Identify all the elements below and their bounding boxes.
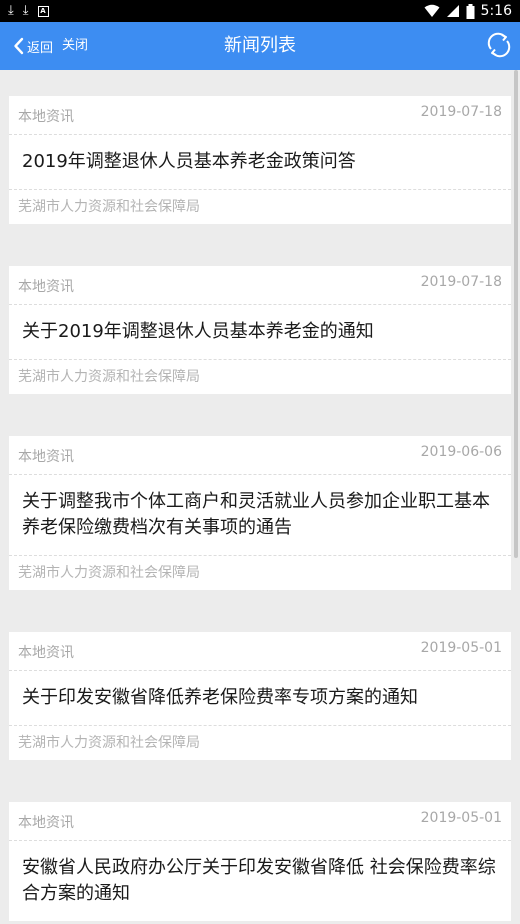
- news-card[interactable]: 本地资讯 2019-07-18 2019年调整退休人员基本养老金政策问答 芜湖市…: [9, 96, 511, 224]
- news-title[interactable]: 关于调整我市个体工商户和灵活就业人员参加企业职工基本养老保险缴费档次有关事项的通…: [9, 475, 511, 555]
- back-label: 返回: [27, 40, 54, 56]
- status-bar: ⤓ ⤓ A 5:16: [0, 0, 520, 22]
- news-card[interactable]: 本地资讯 2019-05-01 关于印发安徽省降低养老保险费率专项方案的通知 芜…: [9, 632, 511, 760]
- nav-bar: 新闻列表 返回 关闭: [0, 22, 520, 70]
- news-card-header: 本地资讯 2019-05-01: [9, 632, 511, 670]
- news-source: 芜湖市人力资源和社会保障局: [18, 369, 200, 385]
- back-button[interactable]: 返回: [12, 34, 53, 58]
- notification-icons: ⤓ ⤓ A: [8, 3, 49, 19]
- news-card-header: 本地资讯 2019-07-18: [9, 96, 511, 134]
- news-card-header: 本地资讯 2019-06-06: [9, 436, 511, 474]
- news-card[interactable]: 本地资讯 2019-07-18 关于2019年调整退休人员基本养老金的通知 芜湖…: [9, 266, 511, 394]
- system-icons: 5:16: [424, 2, 512, 20]
- news-card-header: 本地资讯 2019-05-01: [9, 802, 511, 840]
- news-source: 芜湖市人力资源和社会保障局: [18, 199, 200, 215]
- news-title[interactable]: 关于2019年调整退休人员基本养老金的通知: [9, 305, 511, 359]
- news-category: 本地资讯: [18, 109, 74, 125]
- news-date: 2019-07-18: [420, 104, 502, 120]
- news-title[interactable]: 2019年调整退休人员基本养老金政策问答: [9, 135, 511, 189]
- news-card-header: 本地资讯 2019-07-18: [9, 266, 511, 304]
- news-title[interactable]: 安徽省人民政府办公厅关于印发安徽省降低 社会保险费率综合方案的通知: [9, 841, 511, 921]
- news-category: 本地资讯: [18, 279, 74, 295]
- news-card[interactable]: 本地资讯 2019-05-01 安徽省人民政府办公厅关于印发安徽省降低 社会保险…: [9, 802, 511, 921]
- news-date: 2019-05-01: [420, 640, 502, 656]
- download-icon: ⤓: [22, 3, 29, 18]
- news-source: 芜湖市人力资源和社会保障局: [18, 565, 200, 581]
- close-button[interactable]: 关闭: [62, 34, 88, 58]
- wifi-icon: [424, 4, 440, 17]
- news-date: 2019-06-06: [420, 444, 502, 460]
- app-notification-icon: A: [37, 5, 49, 17]
- news-source: 芜湖市人力资源和社会保障局: [18, 735, 200, 751]
- chevron-left-icon: [14, 37, 24, 55]
- news-category: 本地资讯: [18, 449, 74, 465]
- battery-icon: [466, 3, 475, 19]
- clock: 5:16: [480, 3, 512, 19]
- news-title[interactable]: 关于印发安徽省降低养老保险费率专项方案的通知: [9, 671, 511, 725]
- news-date: 2019-05-01: [420, 810, 502, 826]
- signal-icon: [446, 5, 459, 17]
- news-card[interactable]: 本地资讯 2019-06-06 关于调整我市个体工商户和灵活就业人员参加企业职工…: [9, 436, 511, 590]
- news-category: 本地资讯: [18, 645, 74, 661]
- scrollbar[interactable]: [514, 70, 518, 558]
- download-icon: ⤓: [8, 3, 14, 18]
- news-date: 2019-07-18: [420, 274, 502, 290]
- news-list[interactable]: 本地资讯 2019-07-18 2019年调整退休人员基本养老金政策问答 芜湖市…: [0, 70, 520, 924]
- news-category: 本地资讯: [18, 815, 74, 831]
- refresh-icon[interactable]: [486, 32, 512, 58]
